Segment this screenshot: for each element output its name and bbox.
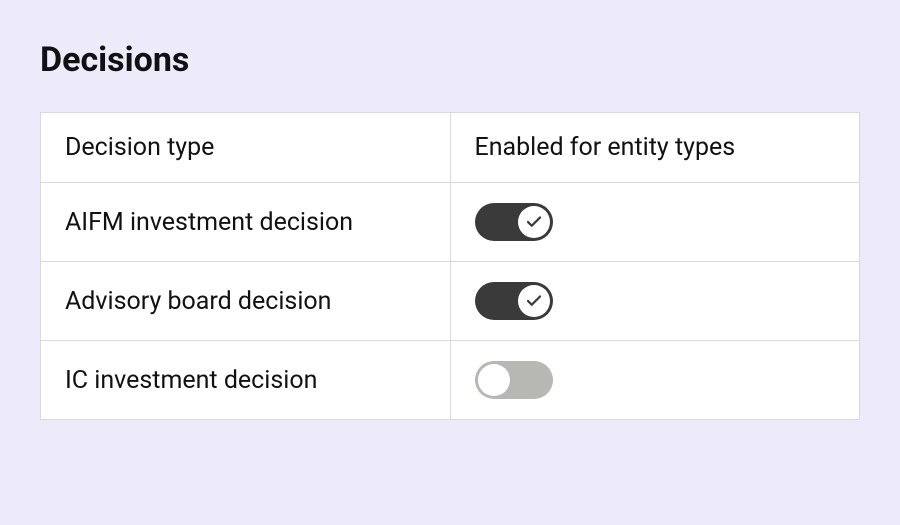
check-icon (525, 292, 543, 310)
toggle-enabled[interactable] (475, 203, 553, 241)
toggle-knob (518, 285, 550, 317)
toggle-knob (478, 364, 510, 396)
table-row: Advisory board decision (41, 262, 860, 341)
toggle-knob (518, 206, 550, 238)
page-title: Decisions (40, 40, 860, 80)
table-header-enabled: Enabled for entity types (450, 113, 860, 183)
table-row: AIFM investment decision (41, 183, 860, 262)
toggle-enabled[interactable] (475, 361, 553, 399)
toggle-enabled[interactable] (475, 282, 553, 320)
check-icon (525, 213, 543, 231)
decisions-table: Decision type Enabled for entity types A… (40, 112, 860, 420)
decision-type-label: Advisory board decision (41, 262, 451, 341)
table-header-decision-type: Decision type (41, 113, 451, 183)
decision-type-label: IC investment decision (41, 341, 451, 420)
table-row: IC investment decision (41, 341, 860, 420)
decision-type-label: AIFM investment decision (41, 183, 451, 262)
